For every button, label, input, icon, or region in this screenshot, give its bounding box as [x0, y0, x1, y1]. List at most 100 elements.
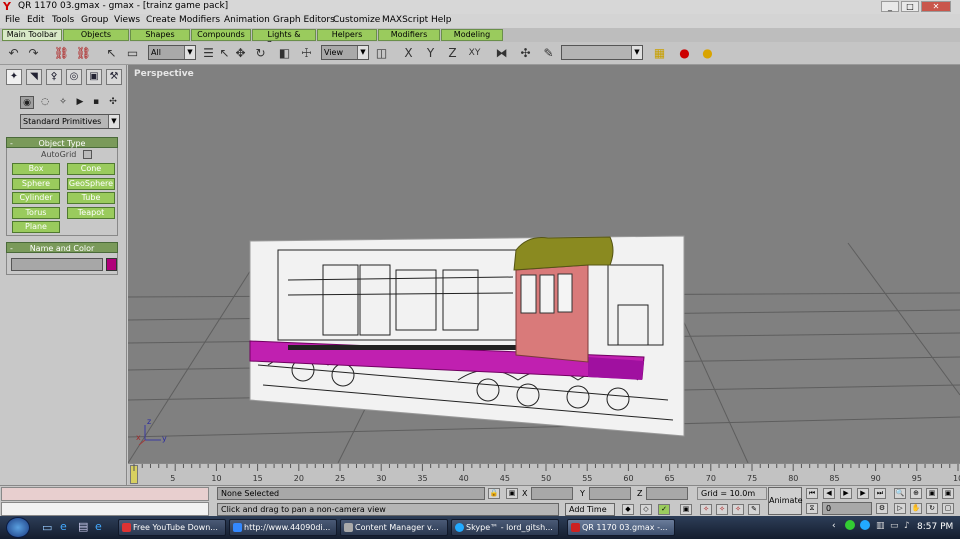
current-frame-field[interactable]: 0: [822, 502, 872, 515]
internet-explorer-icon[interactable]: e: [60, 520, 67, 533]
snap-mode-icon[interactable]: ▣: [680, 504, 692, 515]
track-view-icon[interactable]: ▦: [651, 45, 668, 61]
clock[interactable]: 8:57 PM: [917, 522, 953, 532]
maximize-button[interactable]: □: [901, 1, 919, 12]
menu-modifiers[interactable]: Modifiers: [179, 15, 220, 25]
select-by-name-icon[interactable]: ☰: [200, 45, 217, 61]
quick-render-icon[interactable]: ●: [699, 45, 716, 61]
category-dropdown[interactable]: Standard Primitives ▼: [20, 114, 120, 129]
spinner-snap-icon[interactable]: ✧: [732, 504, 744, 515]
space-warps-icon[interactable]: ✣: [106, 96, 120, 109]
tab-main-toolbar[interactable]: Main Toolbar: [2, 29, 62, 41]
menu-graph-editors[interactable]: Graph Editors: [273, 15, 335, 25]
reference-coord-dropdown[interactable]: View ▼: [321, 45, 369, 60]
menu-tools[interactable]: Tools: [52, 15, 74, 25]
next-frame-icon[interactable]: ▶: [857, 488, 869, 499]
snap-toggle-icon[interactable]: ✓: [658, 504, 670, 515]
tray-status-icon[interactable]: [845, 520, 855, 530]
windows-explorer-icon[interactable]: ▤: [78, 520, 88, 533]
maxscript-output-field[interactable]: [1, 502, 209, 516]
cameras-icon[interactable]: ▶: [73, 96, 87, 109]
angle-snap-icon[interactable]: ✧: [700, 504, 712, 515]
menu-file[interactable]: File: [5, 15, 20, 25]
key-mode-icon[interactable]: ⧖: [806, 503, 818, 514]
animate-button[interactable]: Animate: [768, 487, 803, 515]
mirror-icon[interactable]: ⧓: [493, 45, 510, 61]
show-desktop-icon[interactable]: ▭: [42, 521, 52, 534]
unlink-selection-icon[interactable]: ⛓: [75, 45, 92, 61]
restrict-z-icon[interactable]: Z: [444, 45, 461, 61]
tray-skype-icon[interactable]: [860, 520, 870, 530]
name-color-rollout-header[interactable]: - Name and Color: [6, 242, 118, 253]
browser-icon[interactable]: e: [95, 520, 102, 533]
sphere-button[interactable]: Sphere: [12, 178, 60, 190]
rotate-icon[interactable]: ↻: [252, 45, 269, 61]
tab-objects[interactable]: Objects: [63, 29, 129, 41]
degradation-override-icon[interactable]: ◆: [622, 504, 634, 515]
time-slider[interactable]: 5 10 15 20 25 30 35 40 45 50 55 60 65 70 75 80 85 90 95 100: [128, 463, 960, 485]
tab-modifiers[interactable]: Modifiers: [378, 29, 440, 41]
create-panel-icon[interactable]: ✦: [6, 69, 22, 85]
task-content-manager[interactable]: Content Manager v...: [340, 519, 448, 536]
crossing-selection-icon[interactable]: ◇: [640, 504, 652, 515]
previous-frame-icon[interactable]: ◀: [823, 488, 835, 499]
shapes-icon[interactable]: ◌: [38, 96, 52, 109]
tube-button[interactable]: Tube: [67, 192, 115, 204]
restrict-y-icon[interactable]: Y: [422, 45, 439, 61]
region-select-icon[interactable]: ▭: [124, 45, 141, 61]
named-selection-dropdown[interactable]: ▼: [561, 45, 643, 60]
absolute-mode-icon[interactable]: ▣: [506, 488, 518, 499]
select-icon[interactable]: ↖: [216, 45, 233, 61]
maximize-viewport-icon[interactable]: ▢: [942, 503, 954, 514]
move-icon[interactable]: ✥: [232, 45, 249, 61]
cylinder-button[interactable]: Cylinder: [12, 192, 60, 204]
pivot-point-icon[interactable]: ◫: [373, 45, 390, 61]
tab-modeling[interactable]: Modeling: [441, 29, 503, 41]
go-to-start-icon[interactable]: ⏮: [806, 488, 818, 499]
motion-panel-icon[interactable]: ◎: [66, 69, 82, 85]
play-icon[interactable]: ▶: [840, 488, 852, 499]
utilities-panel-icon[interactable]: ⚒: [106, 69, 122, 85]
zoom-all-icon[interactable]: ⊕: [910, 488, 922, 499]
lock-selection-icon[interactable]: 🔒: [488, 488, 500, 499]
scale-icon[interactable]: ◧: [276, 45, 293, 61]
render-scene-icon[interactable]: ●: [676, 45, 693, 61]
pan-icon[interactable]: ✋: [910, 503, 922, 514]
menu-maxscript[interactable]: MAXScript: [382, 15, 428, 25]
tab-compounds[interactable]: Compounds: [191, 29, 251, 41]
tray-monitor-icon[interactable]: ▭: [890, 521, 899, 531]
select-and-link-icon[interactable]: ⛓: [53, 45, 70, 61]
redo-icon[interactable]: ↷: [25, 45, 42, 61]
tray-volume-icon[interactable]: ♪: [904, 521, 910, 531]
field-of-view-icon[interactable]: ▷: [894, 503, 906, 514]
close-button[interactable]: ✕: [921, 1, 951, 12]
restrict-xy-icon[interactable]: XY: [466, 45, 483, 61]
minimize-button[interactable]: _: [881, 1, 899, 12]
zoom-icon[interactable]: 🔍: [894, 488, 906, 499]
modify-panel-icon[interactable]: ◥: [26, 69, 42, 85]
time-configuration-icon[interactable]: ⚙: [876, 503, 888, 514]
select-object-icon[interactable]: ↖: [103, 45, 120, 61]
reference-image-plane[interactable]: [249, 235, 685, 437]
autogrid-checkbox[interactable]: [83, 150, 92, 159]
menu-group[interactable]: Group: [81, 15, 108, 25]
select-manipulate-icon[interactable]: ☩: [298, 45, 315, 61]
perspective-viewport[interactable]: Perspective z y x: [128, 65, 960, 463]
menu-views[interactable]: Views: [114, 15, 140, 25]
task-skype[interactable]: Skype™ - lord_gitsh...: [451, 519, 559, 536]
display-panel-icon[interactable]: ▣: [86, 69, 102, 85]
maxscript-listener-field[interactable]: [1, 487, 209, 501]
task-browser[interactable]: http://www.44090di...: [229, 519, 337, 536]
teapot-button[interactable]: Teapot: [67, 207, 115, 219]
tray-network-icon[interactable]: ▥: [876, 521, 885, 531]
object-type-rollout-header[interactable]: - Object Type: [6, 137, 118, 148]
add-time-tag-button[interactable]: Add Time Tag: [565, 503, 615, 525]
selection-filter-dropdown[interactable]: All ▼: [148, 45, 196, 60]
x-coordinate-field[interactable]: [531, 487, 573, 500]
box-button[interactable]: Box: [12, 163, 60, 175]
edit-named-selections-icon[interactable]: ✎: [748, 504, 760, 515]
torus-button[interactable]: Torus: [12, 207, 60, 219]
tab-shapes[interactable]: Shapes: [130, 29, 190, 41]
task-youtube-downloader[interactable]: Free YouTube Down...: [118, 519, 226, 536]
y-coordinate-field[interactable]: [589, 487, 631, 500]
